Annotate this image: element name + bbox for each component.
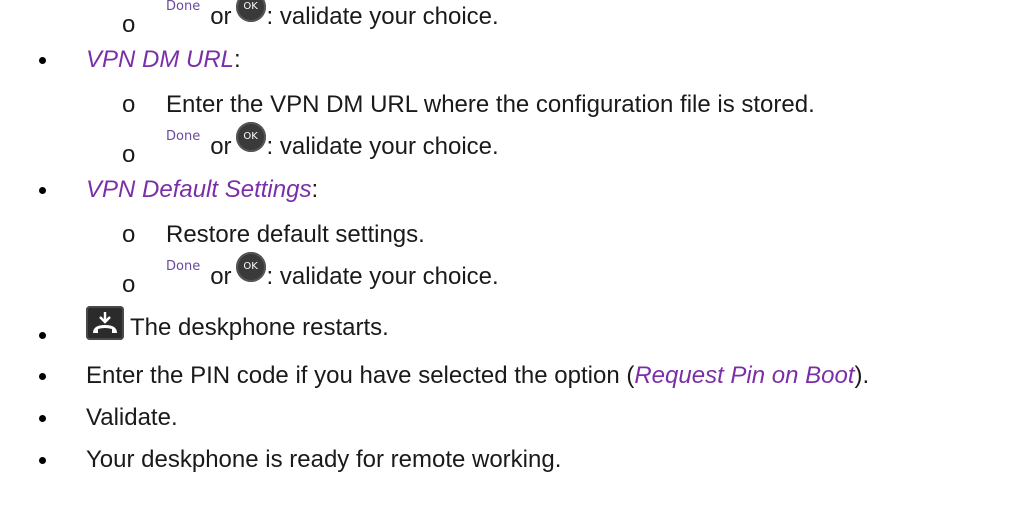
sub-bullet-marker: o bbox=[122, 221, 136, 248]
sub-bullet-marker: o bbox=[122, 91, 136, 118]
ok-key-icon: OK bbox=[235, 122, 266, 152]
done-key-icon: Done bbox=[166, 0, 201, 14]
bullet-marker bbox=[39, 332, 46, 339]
colon: : bbox=[311, 176, 319, 203]
ok-key-icon: OK bbox=[235, 0, 266, 22]
hangup-handset-glyph bbox=[93, 312, 117, 333]
restart-text: The deskphone restarts. bbox=[130, 314, 389, 341]
sub-bullet-marker: o bbox=[122, 271, 136, 298]
done-key-icon: Done bbox=[166, 259, 201, 274]
validate-text: : validate your choice. bbox=[266, 133, 499, 160]
bullet-marker bbox=[39, 187, 46, 194]
validate-text: : validate your choice. bbox=[266, 263, 499, 290]
validate-item: Validate. bbox=[86, 404, 178, 431]
sub-bullet-marker: o bbox=[122, 11, 136, 38]
validate-line-1: Done or OK : validate your choice. bbox=[166, 0, 499, 32]
validate-text: : validate your choice. bbox=[266, 3, 499, 30]
or-text: or bbox=[210, 3, 232, 30]
pin-item: Enter the PIN code if you have selected … bbox=[86, 361, 869, 391]
bullet-marker bbox=[39, 373, 46, 380]
hangup-handset-icon bbox=[86, 306, 124, 340]
vpn-dm-url-step: Enter the VPN DM URL where the configura… bbox=[166, 91, 815, 118]
or-text: or bbox=[210, 133, 232, 160]
pin-text-after: ). bbox=[854, 362, 870, 389]
vpn-default-title: VPN Default Settings bbox=[86, 176, 312, 203]
vpn-dm-url-item: VPN DM URL: bbox=[86, 45, 241, 75]
pin-text-before: Enter the PIN code if you have selected … bbox=[86, 362, 635, 389]
or-text: or bbox=[210, 263, 232, 290]
ok-key-icon: OK bbox=[235, 252, 266, 282]
vpn-default-item: VPN Default Settings: bbox=[86, 175, 318, 205]
ready-item: Your deskphone is ready for remote worki… bbox=[86, 446, 562, 473]
done-key-icon: Done bbox=[166, 129, 201, 144]
validate-line-3: Done or OK : validate your choice. bbox=[166, 252, 499, 292]
sub-bullet-marker: o bbox=[122, 141, 136, 168]
vpn-default-step: Restore default settings. bbox=[166, 221, 425, 248]
validate-line-2: Done or OK : validate your choice. bbox=[166, 122, 499, 162]
bullet-marker bbox=[39, 415, 46, 422]
pin-option: Request Pin on Boot bbox=[634, 362, 855, 389]
vpn-dm-url-title: VPN DM URL bbox=[86, 46, 235, 73]
colon: : bbox=[234, 46, 241, 73]
bullet-marker bbox=[39, 57, 46, 64]
bullet-marker bbox=[39, 457, 46, 464]
